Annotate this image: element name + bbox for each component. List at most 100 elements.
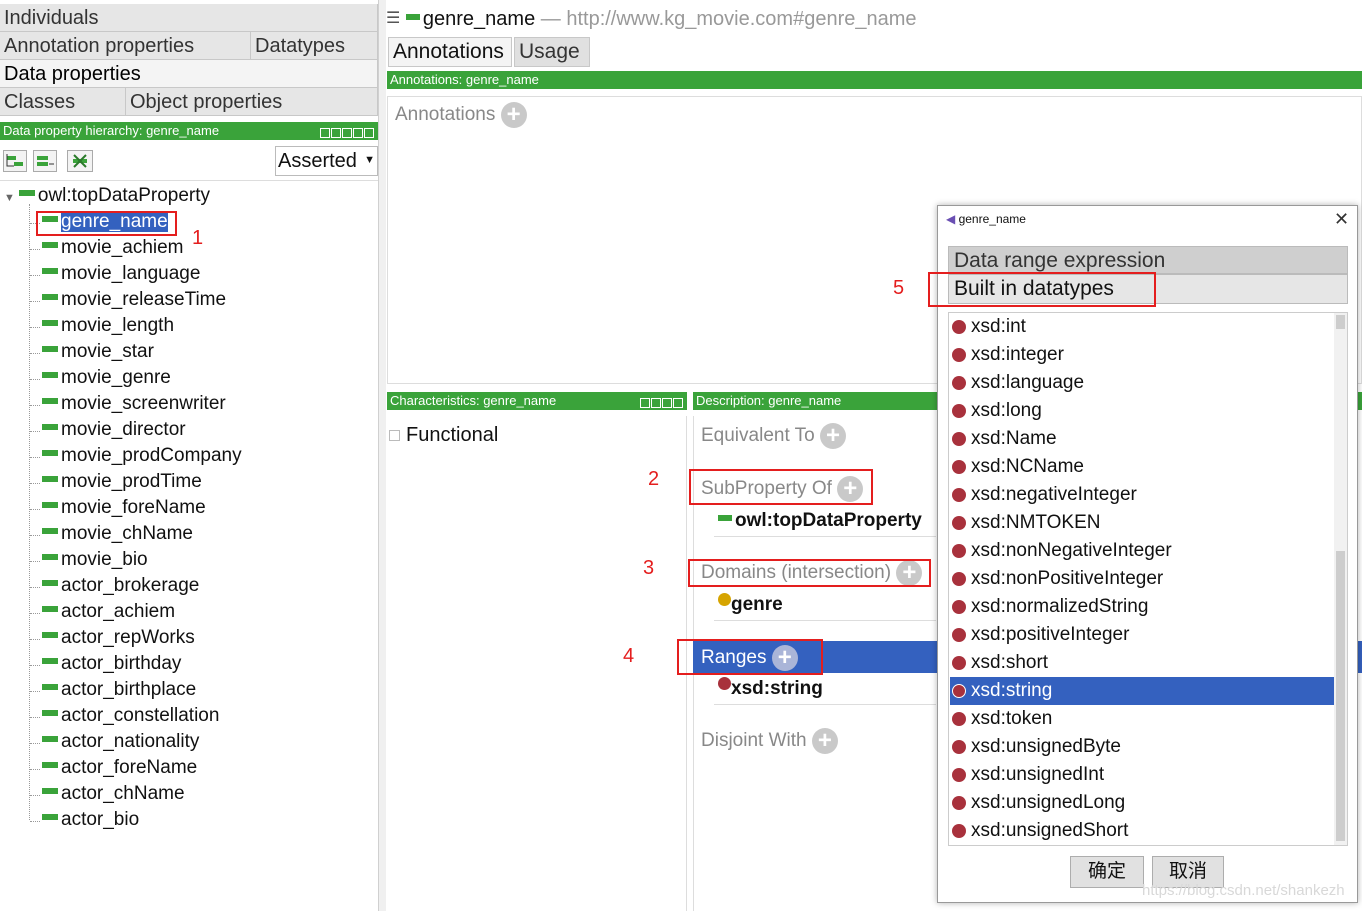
tree-item[interactable]: actor_birthplace [42, 678, 196, 702]
data-property-icon [42, 397, 58, 404]
maximize-icon[interactable] [662, 397, 672, 408]
tree-item[interactable]: movie_length [42, 314, 174, 338]
datatype-item[interactable]: xsd:string [950, 677, 1334, 705]
split-icon[interactable] [640, 397, 650, 408]
annotations-header-label: Annotations: genre_name [390, 72, 539, 87]
datatype-item[interactable]: xsd:unsignedInt [950, 761, 1334, 789]
expand-icon[interactable]: ▼ [4, 192, 15, 204]
tree-connector [30, 275, 40, 276]
datatype-item[interactable]: xsd:normalizedString [950, 593, 1334, 621]
subproperty-value[interactable]: owl:topDataProperty [718, 510, 922, 532]
delete-property-icon[interactable] [67, 150, 93, 172]
datatype-item[interactable]: xsd:nonPositiveInteger [950, 565, 1334, 593]
datatype-item[interactable]: xsd:unsignedByte [950, 733, 1334, 761]
tree-item-label: actor_birthday [61, 653, 182, 674]
add-sibling-icon[interactable] [33, 150, 57, 172]
splitter[interactable] [378, 0, 386, 911]
data-property-icon [42, 605, 58, 612]
datatype-icon [952, 740, 966, 754]
asserted-dropdown[interactable]: Asserted ▼ [275, 146, 378, 176]
add-annotation-icon[interactable]: + [500, 102, 527, 128]
tree-item[interactable]: actor_constellation [42, 704, 219, 728]
tree-item[interactable]: actor_nationality [42, 730, 199, 754]
datatype-item[interactable]: xsd:unsignedShort [950, 817, 1334, 845]
ok-button[interactable]: 确定 [1070, 856, 1144, 888]
tab-data-properties[interactable]: Data properties [0, 60, 378, 87]
datatype-item[interactable]: xsd:NCName [950, 453, 1334, 481]
datatype-item[interactable]: xsd:unsignedLong [950, 789, 1334, 817]
domain-value[interactable]: genre [718, 593, 783, 616]
tab-classes[interactable]: Classes [0, 88, 126, 115]
close-view-icon[interactable] [364, 127, 374, 138]
subproperty-value-label: owl:topDataProperty [735, 510, 922, 531]
add-disjoint-icon[interactable]: + [811, 728, 838, 754]
tree-root[interactable]: ▼ owl:topDataProperty [4, 184, 210, 210]
tab-object-properties[interactable]: Object properties [126, 88, 378, 115]
scrollbar-thumb[interactable] [1336, 551, 1345, 841]
tree-item[interactable]: movie_language [42, 262, 200, 286]
tree-item[interactable]: actor_chName [42, 782, 185, 806]
datatype-item[interactable]: xsd:positiveInteger [950, 621, 1334, 649]
annotation-number-1: 1 [192, 227, 204, 249]
tree-item[interactable]: movie_chName [42, 522, 193, 546]
tree-item[interactable]: movie_prodCompany [42, 444, 242, 468]
characteristics-view-controls [639, 393, 683, 410]
tab-data-range-expression[interactable]: Data range expression [948, 246, 1348, 274]
tree-item[interactable]: movie_director [42, 418, 186, 442]
close-icon[interactable]: ✕ [1334, 209, 1349, 230]
datatype-item[interactable]: xsd:long [950, 397, 1334, 425]
tree-connector [30, 821, 40, 822]
scroll-up-arrow[interactable] [1336, 315, 1345, 329]
datatype-item[interactable]: xsd:NMTOKEN [950, 509, 1334, 537]
add-subproperty-icon[interactable] [3, 150, 27, 172]
help-icon[interactable] [320, 127, 330, 138]
annotation-number-2: 2 [648, 468, 660, 490]
tab-annotation-properties[interactable]: Annotation properties [0, 32, 251, 59]
data-property-icon [42, 241, 58, 248]
tab-annotations[interactable]: Annotations [388, 37, 512, 67]
split-icon[interactable] [331, 127, 341, 138]
tree-item-label: movie_releaseTime [61, 289, 227, 310]
tree-item[interactable]: movie_star [42, 340, 154, 364]
tab-usage[interactable]: Usage [514, 37, 590, 67]
tab-individuals[interactable]: Individuals [0, 4, 378, 31]
tree-item[interactable]: actor_foreName [42, 756, 197, 780]
datatype-item[interactable]: xsd:negativeInteger [950, 481, 1334, 509]
data-property-icon [42, 813, 58, 820]
tree-item[interactable]: actor_bio [42, 808, 139, 832]
functional-checkbox[interactable] [389, 430, 400, 441]
datatype-item[interactable]: xsd:short [950, 649, 1334, 677]
datatype-item[interactable]: xsd:Name [950, 425, 1334, 453]
tree-item[interactable]: movie_prodTime [42, 470, 202, 494]
tab-datatypes[interactable]: Datatypes [251, 32, 378, 59]
close-view-icon[interactable] [673, 397, 683, 408]
range-value[interactable]: xsd:string [718, 677, 823, 700]
scrollbar[interactable] [1334, 313, 1347, 845]
datatype-item[interactable]: xsd:int [950, 313, 1334, 341]
row-divider [714, 620, 936, 621]
tree-item[interactable]: movie_screenwriter [42, 392, 226, 416]
datatype-item[interactable]: xsd:nonNegativeInteger [950, 537, 1334, 565]
datatype-label: xsd:unsignedByte [971, 736, 1121, 757]
add-equivalent-icon[interactable]: + [820, 423, 847, 449]
tree-item[interactable]: movie_bio [42, 548, 148, 572]
tree-item[interactable]: actor_repWorks [42, 626, 195, 650]
datatype-item[interactable]: xsd:language [950, 369, 1334, 397]
tree-item[interactable]: movie_achiem [42, 236, 184, 260]
menu-icon[interactable]: ☰ [386, 10, 400, 27]
maximize-icon[interactable] [353, 127, 363, 138]
tree-item[interactable]: movie_releaseTime [42, 288, 226, 312]
entity-iri: — http://www.kg_movie.com#genre_name [540, 8, 917, 30]
tree-item[interactable]: movie_genre [42, 366, 171, 390]
datatype-item[interactable]: xsd:token [950, 705, 1334, 733]
tree-item[interactable]: actor_achiem [42, 600, 175, 624]
datatype-label: xsd:negativeInteger [971, 484, 1137, 505]
tree-item[interactable]: actor_birthday [42, 652, 181, 676]
datatype-label: xsd:Name [971, 428, 1057, 449]
datatype-item[interactable]: xsd:integer [950, 341, 1334, 369]
datatype-icon [952, 656, 966, 670]
minimize-icon[interactable] [651, 397, 661, 408]
tree-item[interactable]: actor_brokerage [42, 574, 199, 598]
tree-item[interactable]: movie_foreName [42, 496, 206, 520]
minimize-icon[interactable] [342, 127, 352, 138]
